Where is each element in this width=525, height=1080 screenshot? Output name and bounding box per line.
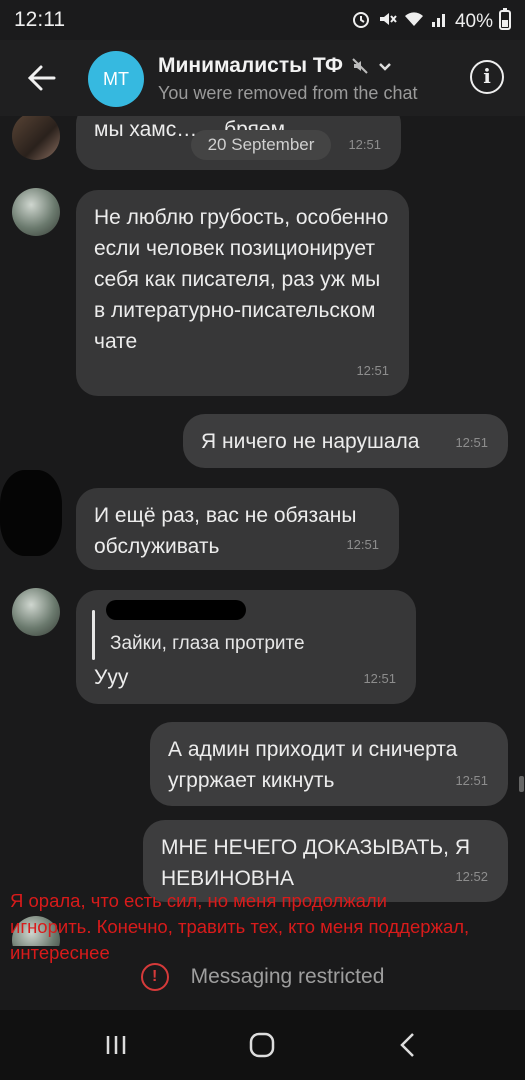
redacted-avatar bbox=[0, 470, 62, 556]
chat-title-row[interactable]: Минималисты ТФ bbox=[158, 54, 393, 78]
annotation-overlay: Я орала, что есть сил, но меня продолжал… bbox=[10, 890, 470, 963]
signal-icon bbox=[431, 9, 449, 35]
date-separator: 20 September bbox=[191, 130, 331, 160]
message-text: МНЕ НЕЧЕГО ДОКАЗЫВАТЬ, Я НЕВИНОВНА bbox=[161, 836, 470, 890]
battery-text: 40% bbox=[454, 11, 493, 32]
sender-avatar[interactable] bbox=[12, 588, 60, 636]
reply-quote-bar bbox=[92, 610, 95, 660]
back-button[interactable] bbox=[22, 58, 62, 98]
back-arrow-icon bbox=[27, 65, 56, 91]
sender-avatar[interactable] bbox=[12, 116, 60, 160]
message-bubble-outgoing[interactable]: Я ничего не нарушала 12:51 bbox=[183, 414, 508, 468]
system-nav-bar bbox=[0, 1010, 525, 1080]
info-icon: i bbox=[483, 64, 491, 88]
home-button[interactable] bbox=[242, 1028, 282, 1062]
restricted-label: Messaging restricted bbox=[190, 965, 385, 988]
message-time: 12:51 bbox=[363, 671, 396, 686]
reply-quote-text: Зайки, глаза протрите bbox=[110, 633, 305, 654]
mute-icon bbox=[377, 9, 397, 35]
chevron-down-icon bbox=[378, 63, 391, 71]
battery-icon bbox=[499, 8, 511, 36]
message-time: 12:51 bbox=[455, 773, 488, 788]
message-text: Я ничего не нарушала bbox=[201, 430, 420, 453]
chat-header: MT Минималисты ТФ You were removed from … bbox=[0, 40, 525, 116]
status-bar: 12:11 40% bbox=[0, 0, 525, 40]
recent-apps-icon bbox=[106, 1036, 126, 1054]
redacted-name bbox=[106, 600, 246, 620]
chat-title: Минималисты ТФ bbox=[158, 54, 343, 77]
message-time: 12:51 bbox=[348, 137, 381, 152]
message-bubble[interactable]: Не люблю грубость, особенно если человек… bbox=[76, 190, 409, 396]
message-bubble-outgoing[interactable]: А админ приходит и сничерта угрржает кик… bbox=[150, 722, 508, 806]
home-icon bbox=[249, 1032, 275, 1058]
back-icon bbox=[400, 1033, 414, 1057]
status-icons: 40% bbox=[351, 8, 511, 36]
scrollbar-thumb[interactable] bbox=[519, 776, 524, 792]
alarm-icon bbox=[351, 9, 371, 35]
message-text: И ещё раз, вас не обязаны обслуживать bbox=[94, 504, 357, 558]
recent-apps-button[interactable] bbox=[96, 1028, 136, 1062]
message-time: 12:51 bbox=[356, 363, 389, 378]
message-text: Ууу bbox=[94, 666, 129, 689]
nav-back-button[interactable] bbox=[388, 1028, 428, 1062]
message-bubble[interactable]: Зайки, глаза протрите Ууу 12:51 bbox=[76, 590, 416, 704]
info-button[interactable]: i bbox=[470, 60, 504, 94]
wifi-icon bbox=[403, 9, 425, 35]
chat-avatar[interactable]: MT bbox=[88, 51, 144, 107]
message-text: А админ приходит и сничерта угрржает кик… bbox=[168, 738, 458, 792]
warning-icon: ! bbox=[140, 963, 169, 991]
message-time: 12:51 bbox=[346, 537, 379, 552]
sender-avatar[interactable] bbox=[12, 188, 60, 236]
chat-subtitle: You were removed from the chat bbox=[158, 83, 418, 103]
message-bubble[interactable]: И ещё раз, вас не обязаны обслуживать 12… bbox=[76, 488, 399, 570]
message-list[interactable]: мы хамс… …бряем 12:51 20 September Не лю… bbox=[0, 116, 525, 1011]
message-time: 12:51 bbox=[455, 435, 488, 450]
muted-icon bbox=[352, 58, 368, 74]
message-text: Не люблю грубость, особенно если человек… bbox=[94, 206, 389, 353]
status-time: 12:11 bbox=[14, 8, 65, 31]
